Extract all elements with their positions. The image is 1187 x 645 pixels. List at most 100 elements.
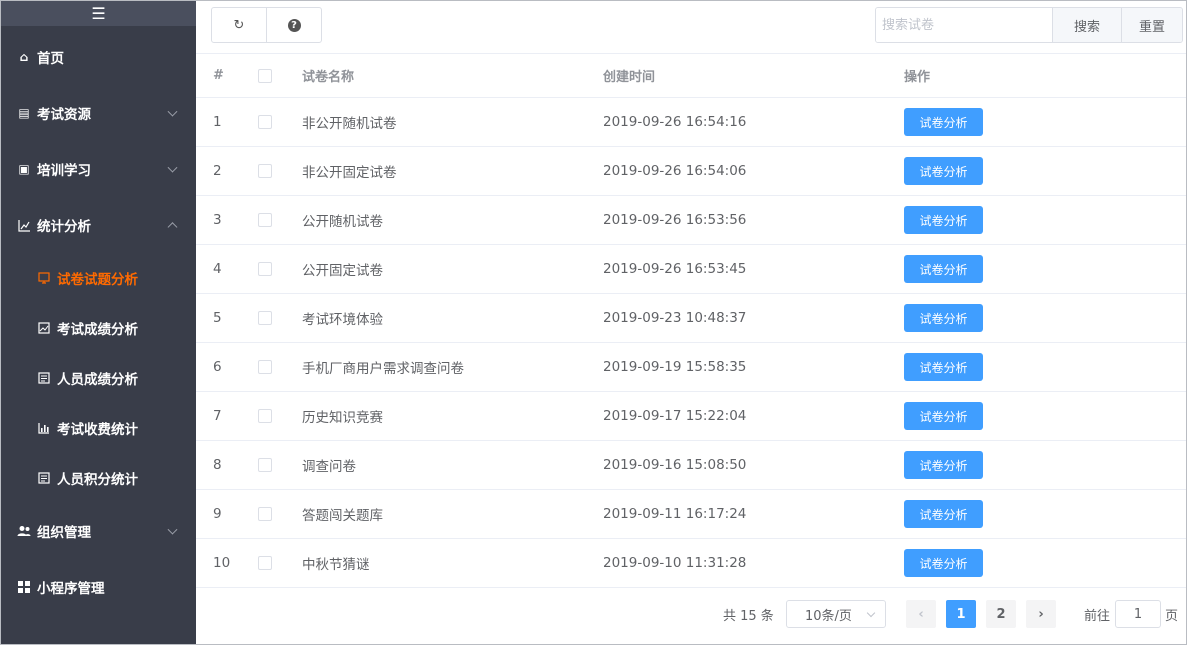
sidebar-subitem-person-points-stats[interactable]: 人员积分统计 [1,453,196,503]
next-page-button[interactable]: › [1026,600,1056,628]
row-select-cell [258,245,278,293]
row-index: 5 [213,310,222,326]
row-select-cell [258,98,278,146]
sidebar-item-training[interactable]: ▣ 培训学习 [1,141,196,197]
page-size-select[interactable]: 10条/页 [786,600,886,628]
chevron-right-icon: › [1038,606,1044,622]
action-cell: 试卷分析 [904,343,1024,391]
row-index: 10 [213,555,231,571]
table-row: 8 调查问卷 2019-09-16 15:08:50 试卷分析 [196,441,1186,490]
paper-name: 历史知识竞赛 [302,410,383,426]
sidebar-subitem-label: 人员积分统计 [57,472,138,488]
sidebar-item-miniprogram[interactable]: 小程序管理 [1,559,196,615]
column-header-name: 试卷名称 [302,70,355,85]
goto-page-input[interactable]: 1 [1115,600,1161,628]
paper-analysis-button[interactable]: 试卷分析 [904,353,983,381]
paper-name: 非公开随机试卷 [302,116,397,132]
paper-name: 公开随机试卷 [302,214,383,230]
menu-toggle-icon[interactable]: ☰ [1,1,196,26]
sidebar: ☰ ⌂ 首页 ▤ 考试资源 ▣ 培训学习 统计分析 试卷试题分析 考试成绩分析 [1,1,196,644]
sidebar-item-home[interactable]: ⌂ 首页 [1,29,196,85]
table-row: 9 答题闯关题库 2019-09-11 16:17:24 试卷分析 [196,490,1186,539]
search-button[interactable]: 搜索 [1052,8,1121,42]
row-select-cell [258,392,278,440]
chevron-down-icon [167,106,178,117]
created-time: 2019-09-11 16:17:24 [603,506,747,522]
help-icon: ? [287,18,301,32]
paper-analysis-button[interactable]: 试卷分析 [904,157,983,185]
page-button-2[interactable]: 2 [986,600,1016,628]
row-index: 3 [213,212,222,228]
action-cell: 试卷分析 [904,392,1024,440]
paper-analysis-button[interactable]: 试卷分析 [904,451,983,479]
help-button[interactable]: ? [266,8,321,42]
created-time: 2019-09-19 15:58:35 [603,359,747,375]
column-header-action: 操作 [904,70,931,85]
row-checkbox[interactable] [258,115,272,129]
row-checkbox[interactable] [258,311,272,325]
row-checkbox[interactable] [258,409,272,423]
sidebar-subitem-exam-score-analysis[interactable]: 考试成绩分析 [1,303,196,353]
row-checkbox[interactable] [258,213,272,227]
table-row: 4 公开固定试卷 2019-09-26 16:53:45 试卷分析 [196,245,1186,294]
chevron-up-icon [167,222,178,233]
document-icon: ▤ [18,106,30,120]
row-index: 9 [213,506,222,522]
chevron-down-icon [167,162,178,173]
prev-page-button[interactable]: ‹ [906,600,936,628]
paper-analysis-button[interactable]: 试卷分析 [904,206,983,234]
table-row: 1 非公开随机试卷 2019-09-26 16:54:16 试卷分析 [196,98,1186,147]
paper-analysis-button[interactable]: 试卷分析 [904,549,983,577]
paper-analysis-button[interactable]: 试卷分析 [904,255,983,283]
paper-analysis-button[interactable]: 试卷分析 [904,108,983,136]
row-checkbox[interactable] [258,360,272,374]
chevron-down-icon [167,524,178,535]
row-checkbox[interactable] [258,262,272,276]
row-select-cell [258,490,278,538]
row-checkbox[interactable] [258,507,272,521]
chevron-down-icon [866,608,876,618]
sidebar-item-label: 考试资源 [37,107,91,123]
sidebar-item-statistics[interactable]: 统计分析 [1,197,196,253]
image-icon [37,321,51,335]
sidebar-subitem-label: 考试收费统计 [57,422,138,438]
created-time: 2019-09-10 11:31:28 [603,555,747,571]
select-all-checkbox[interactable] [258,68,272,83]
page-button-1[interactable]: 1 [946,600,976,628]
row-checkbox[interactable] [258,556,272,570]
action-cell: 试卷分析 [904,490,1024,538]
table-row: 5 考试环境体验 2019-09-23 10:48:37 试卷分析 [196,294,1186,343]
row-index: 4 [213,261,222,277]
refresh-icon: ↻ [233,17,245,33]
paper-name: 调查问卷 [302,459,356,475]
row-select-cell [258,343,278,391]
column-header-created: 创建时间 [603,70,656,85]
chevron-left-icon: ‹ [918,606,924,622]
search-input[interactable] [876,8,1052,42]
refresh-button[interactable]: ↻ [212,8,266,42]
column-header-index: # [213,68,224,83]
row-index: 1 [213,114,222,130]
row-checkbox[interactable] [258,458,272,472]
sidebar-subitem-label: 人员成绩分析 [57,372,138,388]
row-index: 6 [213,359,222,375]
row-checkbox[interactable] [258,164,272,178]
sidebar-item-organization[interactable]: 组织管理 [1,503,196,559]
table-row: 10 中秋节猜谜 2019-09-10 11:31:28 试卷分析 [196,539,1186,588]
sidebar-item-label: 小程序管理 [37,581,105,597]
sidebar-item-exam-resources[interactable]: ▤ 考试资源 [1,85,196,141]
sidebar-subitem-paper-analysis[interactable]: 试卷试题分析 [1,253,196,303]
table-row: 2 非公开固定试卷 2019-09-26 16:54:06 试卷分析 [196,147,1186,196]
row-index: 2 [213,163,222,179]
reset-button[interactable]: 重置 [1120,8,1182,42]
paper-name: 中秋节猜谜 [302,557,370,573]
row-index: 8 [213,457,222,473]
paper-analysis-button[interactable]: 试卷分析 [904,402,983,430]
paper-analysis-button[interactable]: 试卷分析 [904,304,983,332]
sidebar-subitem-exam-fee-stats[interactable]: 考试收费统计 [1,403,196,453]
sidebar-item-label: 培训学习 [37,163,91,179]
sidebar-subitem-person-score-analysis[interactable]: 人员成绩分析 [1,353,196,403]
chart-icon [17,218,31,232]
action-cell: 试卷分析 [904,294,1024,342]
paper-analysis-button[interactable]: 试卷分析 [904,500,983,528]
